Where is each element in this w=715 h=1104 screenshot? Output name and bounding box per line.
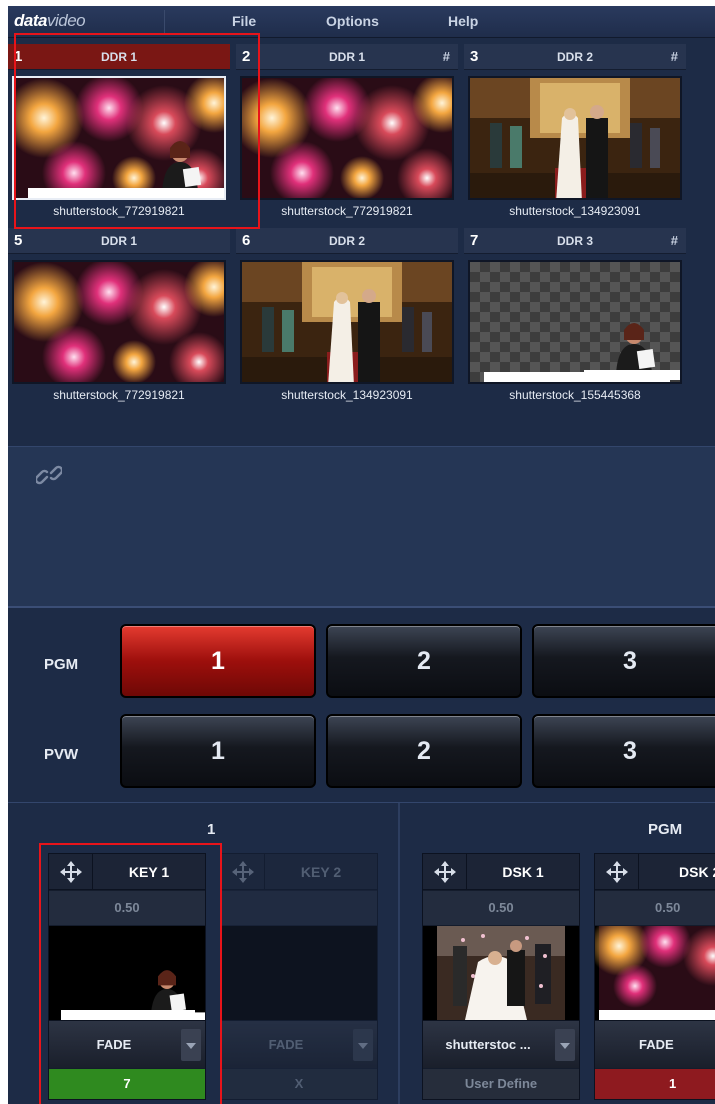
source-header: 5 DDR 1 [8,228,230,254]
menu-file[interactable]: File [232,13,256,29]
source-cell-3[interactable]: 3 DDR 2 # shutterstock_134923091 [464,44,686,222]
source-filename: shutterstock_134923091 [509,204,641,218]
transition-select-value: FADE [268,1037,304,1052]
transition-select[interactable]: FADE [221,1020,377,1068]
source-type: DDR 1 [100,234,137,248]
highlight-box-key-1 [39,843,222,1104]
source-thumbnail[interactable] [240,76,454,200]
source-cell-5[interactable]: 5 DDR 1 shutterstock_772919821 [8,228,230,406]
dsk-value[interactable]: 0.50 [423,891,579,925]
dsk-source-badge[interactable]: User Define [423,1069,579,1099]
move-arrows-icon[interactable] [595,854,639,890]
move-arrows-icon[interactable] [221,854,265,890]
source-thumbnail[interactable] [468,76,682,200]
keyer-2: KEY 2 + FADE X [220,853,378,1100]
keyer-header: KEY 2 [221,854,377,890]
source-cell-2[interactable]: 2 DDR 1 # shutterstock_772919821 [236,44,458,222]
dsk-source-select[interactable]: shutterstoc ... [423,1020,579,1068]
keyer-group-label: 1 [207,821,216,838]
source-filename: shutterstock_134923091 [281,388,413,402]
source-header: 3 DDR 2 # [464,44,686,70]
source-type: DDR 2 [328,234,365,248]
dsk-source-select-value: shutterstoc ... [445,1037,531,1052]
keyer-thumbnail[interactable]: + [221,926,377,1020]
source-thumbnail[interactable] [12,260,226,384]
menu-options[interactable]: Options [326,13,379,29]
source-thumbnail[interactable] [468,260,682,384]
dsk-source-badge[interactable]: 1 [595,1069,715,1099]
pgm-label: PGM [44,656,79,673]
source-thumbnail[interactable] [240,260,454,384]
transition-select-value: FADE [639,1037,674,1052]
chevron-down-icon[interactable] [353,1029,373,1061]
dsk-thumbnail[interactable] [595,926,715,1020]
menu-help[interactable]: Help [448,13,478,29]
source-cell-7[interactable]: 7 DDR 3 # shutterstock_155445368 [464,228,686,406]
pvw-button-1[interactable]: 1 [120,714,316,788]
pgm-button-1[interactable]: 1 [120,624,316,698]
source-type: DDR 2 [556,50,593,64]
dsk-2: DSK 2 0.50 FADE 1 [594,853,715,1100]
dsk-value[interactable]: 0.50 [595,891,715,925]
pvw-label: PVW [44,746,79,763]
dsk-header: DSK 2 [595,854,715,890]
dsk-name[interactable]: DSK 2 [679,864,715,880]
source-filename: shutterstock_772919821 [281,204,413,218]
highlight-box-source-1 [14,33,260,229]
source-header: 2 DDR 1 # [236,44,458,70]
dsk-thumbnail[interactable] [423,926,579,1020]
move-arrows-icon[interactable] [423,854,467,890]
menu-divider [164,10,165,34]
switcher-app-window: datavideo File Options Help 1 DDR 1 shut… [8,6,715,1104]
keyer-pane: 1 PGM KEY 1 0.50 FADE 7 KEY 2 FADE X DSK… [8,802,715,1104]
dsk-header: DSK 1 [423,854,579,890]
dsk-group-label: PGM [648,821,683,838]
chevron-down-icon[interactable] [555,1029,575,1061]
keyer-name[interactable]: KEY 2 [265,864,377,880]
pgm-button-3[interactable]: 3 [532,624,715,698]
pvw-button-3[interactable]: 3 [532,714,715,788]
dsk-name[interactable]: DSK 1 [467,864,579,880]
chain-link-icon[interactable] [34,462,64,493]
dsk-1: DSK 1 0.50 shutterstoc ... User Define [422,853,580,1100]
transition-select[interactable]: FADE [595,1020,715,1068]
datavideo-logo: datavideo [14,11,86,30]
hash-icon: # [670,49,678,64]
pgm-button-2[interactable]: 2 [326,624,522,698]
source-filename: shutterstock_772919821 [53,388,185,402]
source-header: 7 DDR 3 # [464,228,686,254]
bus-pane: PGM 1 2 3 PVW 1 2 3 [8,606,715,802]
keyer-value[interactable] [221,891,377,925]
source-cell-6[interactable]: 6 DDR 2 shutterstock_134923091 [236,228,458,406]
hash-icon: # [670,233,678,248]
source-filename: shutterstock_155445368 [509,388,641,402]
source-type: DDR 1 [328,50,365,64]
section-divider [398,803,400,1104]
keyer-source-badge[interactable]: X [221,1069,377,1099]
link-pane [8,446,715,606]
source-type: DDR 3 [556,234,593,248]
pvw-button-2[interactable]: 2 [326,714,522,788]
hash-icon: # [442,49,450,64]
source-header: 6 DDR 2 [236,228,458,254]
